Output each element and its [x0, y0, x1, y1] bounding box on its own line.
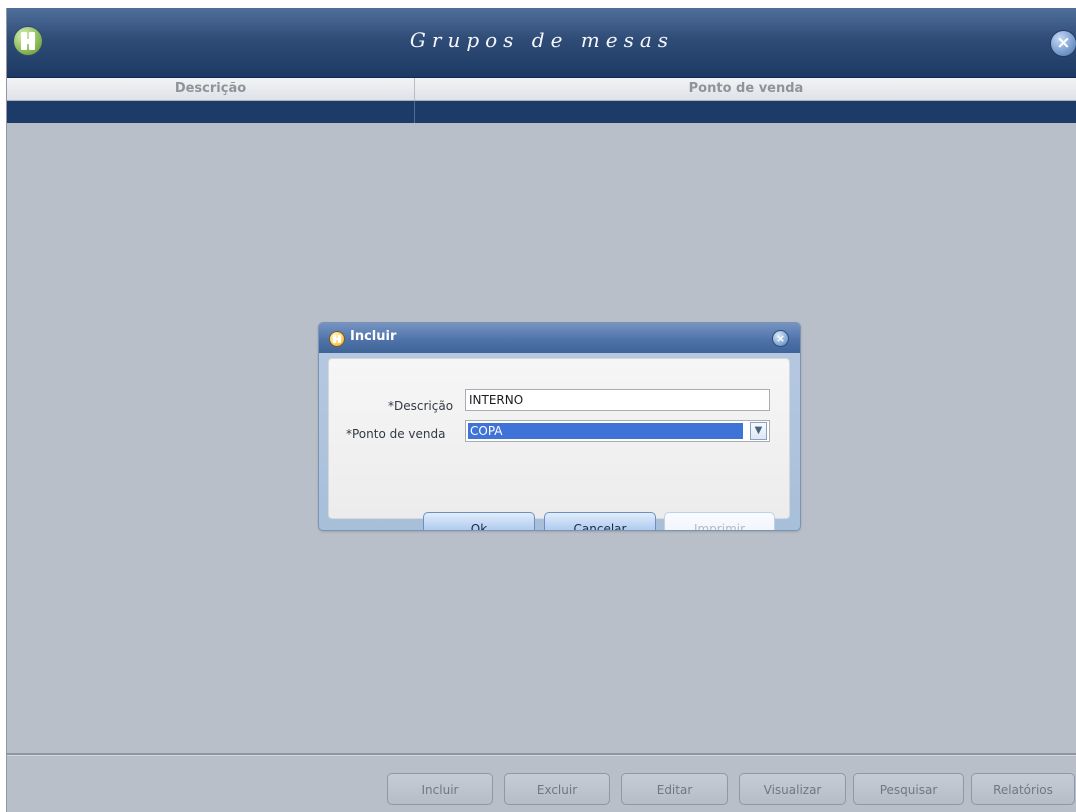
footer-separator	[7, 753, 1076, 756]
cancelar-button[interactable]: Cancelar	[544, 512, 656, 530]
pesquisar-button[interactable]: Pesquisar	[853, 773, 964, 805]
dialog-logo-icon	[329, 331, 345, 347]
descricao-input[interactable]: INTERNO	[465, 389, 770, 411]
close-icon[interactable]: ×	[1050, 30, 1076, 57]
dialog-title: Incluir	[350, 329, 397, 344]
descricao-label: *Descrição	[388, 399, 454, 413]
window-title: Grupos de mesas	[409, 28, 675, 52]
grid-header: Descrição Ponto de venda	[7, 78, 1076, 101]
incluir-dialog: Incluir × *Descrição INTERNO *Ponto de v…	[318, 322, 801, 531]
window-titlebar: Grupos de mesas ×	[7, 8, 1076, 78]
chevron-down-icon[interactable]: ▼	[750, 422, 767, 440]
ponto-de-venda-selected-value: COPA	[468, 423, 743, 439]
ok-button[interactable]: Ok	[423, 512, 535, 530]
close-icon[interactable]: ×	[772, 330, 789, 347]
table-row[interactable]	[7, 101, 1076, 123]
dialog-titlebar: Incluir ×	[319, 323, 800, 353]
incluir-button[interactable]: Incluir	[387, 773, 493, 805]
dialog-form-panel: *Descrição INTERNO *Ponto de venda COPA …	[328, 358, 790, 530]
imprimir-button[interactable]: Imprimir	[664, 512, 775, 530]
editar-button[interactable]: Editar	[621, 773, 728, 805]
relatorios-button[interactable]: Relatórios	[971, 773, 1075, 805]
excluir-button[interactable]: Excluir	[504, 773, 610, 805]
column-header-descricao[interactable]: Descrição	[7, 78, 415, 100]
column-header-ponto-de-venda[interactable]: Ponto de venda	[415, 78, 1076, 100]
visualizar-button[interactable]: Visualizar	[739, 773, 846, 805]
ponto-de-venda-select[interactable]: COPA ▼	[465, 420, 770, 442]
cell-divider	[414, 101, 415, 123]
ponto-de-venda-label: *Ponto de venda	[346, 427, 446, 441]
